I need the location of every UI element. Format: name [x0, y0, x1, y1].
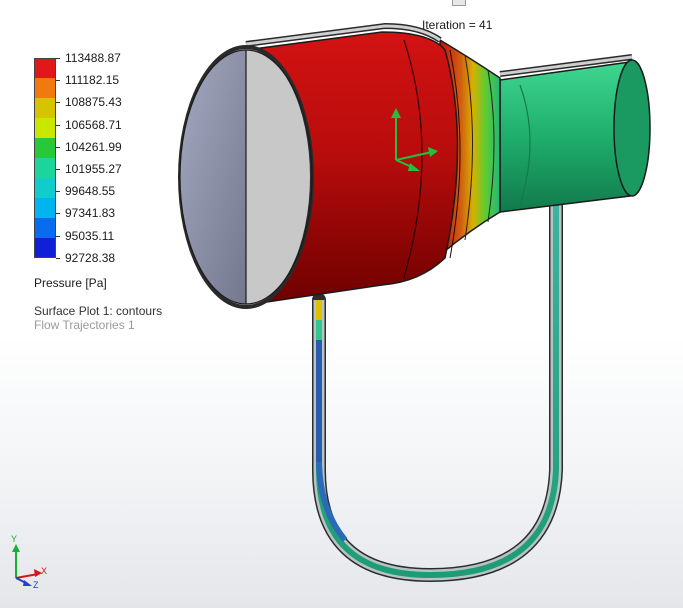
graphics-viewport[interactable]: Iteration = 41 113488.87 111182.15 108875.… — [0, 0, 683, 608]
legend-value: 97341.83 — [65, 206, 116, 221]
triad-z-label: Z — [33, 580, 39, 590]
legend-tick — [56, 102, 60, 104]
legend-tick — [56, 80, 60, 82]
legend-value: 95035.11 — [65, 228, 115, 243]
legend-tick — [56, 213, 60, 215]
legend-value: 92728.38 — [65, 250, 116, 265]
legend-tick — [56, 146, 60, 148]
legend-title: Pressure [Pa] — [34, 276, 107, 290]
flow-trajectories-label[interactable]: Flow Trajectories 1 — [34, 318, 135, 332]
legend-value: 111182.15 — [65, 73, 120, 88]
surface-plot-label[interactable]: Surface Plot 1: contours — [34, 304, 162, 318]
legend-frame — [34, 58, 56, 258]
legend-tick — [56, 169, 60, 170]
legend-value: 108875.43 — [65, 95, 122, 110]
legend-value: 106568.71 — [65, 117, 122, 132]
legend-value: 101955.27 — [65, 162, 122, 176]
triad-x-label: X — [41, 566, 48, 576]
legend-tick — [56, 58, 60, 59]
legend-tick — [56, 124, 60, 126]
iteration-indicator[interactable] — [452, 0, 466, 6]
legend-value: 99648.55 — [65, 184, 116, 199]
legend-tick — [56, 257, 60, 259]
legend-tick — [56, 235, 60, 237]
outlet-pipe[interactable] — [499, 54, 651, 213]
inlet-end-cap[interactable] — [178, 45, 314, 309]
pressure-legend[interactable]: 113488.87 111182.15 108875.43 106568.71 1042… — [34, 48, 184, 278]
legend-value: 104261.99 — [65, 139, 122, 154]
triad-y-label: Y — [11, 534, 18, 544]
legend-tick — [56, 191, 60, 193]
iteration-label: Iteration = 41 — [422, 18, 493, 32]
legend-value: 113488.87 — [65, 51, 121, 65]
